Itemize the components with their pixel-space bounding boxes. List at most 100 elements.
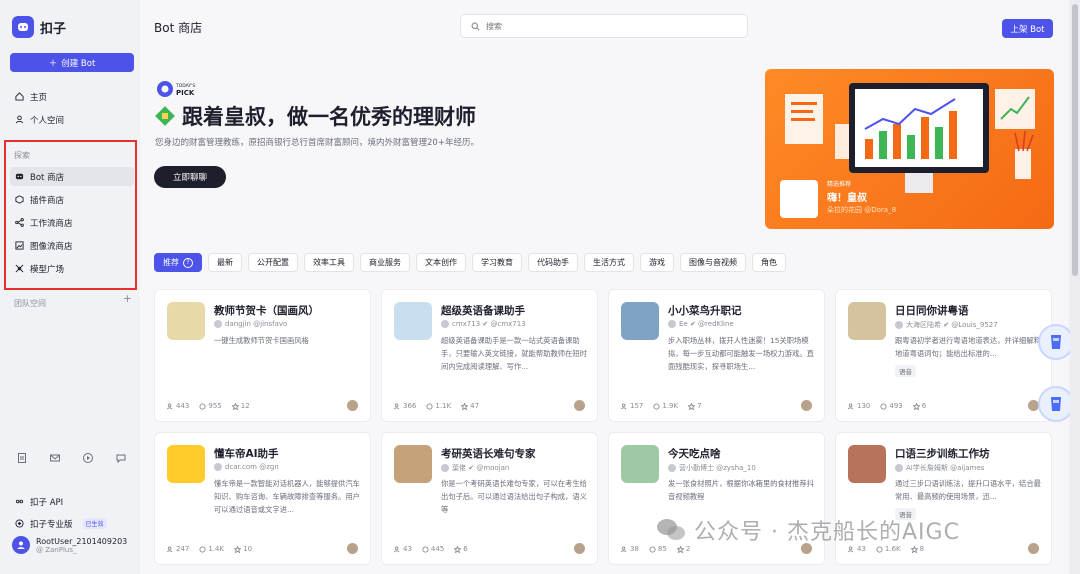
bot-stats: 43 445 6 [394, 545, 468, 553]
author-avatar [668, 464, 676, 472]
sidebar-item-label: 工作流商店 [30, 218, 73, 229]
star-icon [910, 545, 918, 553]
bot-avatar [394, 302, 432, 340]
tab-lifestyle[interactable]: 生活方式 [584, 253, 634, 272]
tab-writing[interactable]: 文本创作 [416, 253, 466, 272]
mail-icon[interactable] [49, 452, 61, 464]
chat-now-button[interactable]: 立即聊聊 [154, 166, 226, 188]
bot-card[interactable]: 懂车帝AI助手 dcar.com @zgn 懂车帝是一款智能对话机器人，能够提供… [154, 432, 371, 565]
chats-stat: 85 [649, 545, 667, 553]
tab-education[interactable]: 学习教育 [472, 253, 522, 272]
bot-author: Ee ✔ @redKline [668, 320, 734, 328]
add-team-button[interactable]: + [123, 292, 132, 305]
tab-games[interactable]: 游戏 [640, 253, 674, 272]
sidebar-item-image-flow-store[interactable]: 图像流商店 [10, 236, 134, 255]
tab-productivity[interactable]: 效率工具 [304, 253, 354, 272]
chat-icon [876, 545, 883, 553]
sidebar-item-personal[interactable]: 个人空间 [10, 110, 134, 129]
stars-stat: 2 [676, 545, 690, 553]
author-name: dcar.com @zgn [225, 463, 279, 471]
bot-title: 考研英语长难句专家 [441, 448, 536, 460]
chats-stat: 1.4K [199, 545, 224, 553]
bot-avatar [848, 445, 886, 483]
money-icon [155, 106, 175, 126]
search-input[interactable] [486, 21, 716, 31]
cup-icon [1051, 335, 1061, 349]
bot-stats: 247 1.4K 10 [167, 545, 252, 553]
bot-title: 超级英语备课助手 [441, 305, 525, 317]
sidebar-item-bot-store[interactable]: Bot 商店 [10, 167, 134, 186]
sidebar-item-home[interactable]: 主页 [10, 87, 134, 106]
sidebar-item-pro[interactable]: 扣子专业版 已生效 [10, 514, 134, 533]
bot-avatar [848, 302, 886, 340]
bot-title: 教师节贺卡（国画风） [214, 305, 319, 317]
float-assistant-button[interactable] [1038, 324, 1074, 360]
bot-avatar [394, 445, 432, 483]
bot-description: 一键生成教师节贺卡国画风格 [214, 336, 309, 345]
bot-card[interactable]: 日日同你讲粤语 大海区陆希 ✔ @Louis_9527 跟粤语初学者进行粤语地道… [835, 289, 1052, 422]
bot-description: 跟粤语初学者进行粤语地道表达，并详细解释地道粤语词句；能给出标准的... [895, 336, 1041, 358]
sidebar-item-model-square[interactable]: 模型广场 [10, 259, 134, 278]
document-icon[interactable] [16, 452, 28, 464]
bot-card[interactable]: 超级英语备课助手 cmx713 ✔ @cmx713 超级英语备课助手是一款一站式… [381, 289, 598, 422]
scrollbar-thumb[interactable] [1072, 4, 1078, 276]
author-avatar [441, 320, 449, 328]
tab-latest[interactable]: 最新 [208, 253, 242, 272]
bot-description: 你是一个考研英语长难句专家，可以在考生给出句子后。可以通过语法给出句子构成，语义… [441, 479, 587, 514]
bot-card[interactable]: 教师节贺卡（国画风） dangjin @jinsfavo 一键生成教师节贺卡国画… [154, 289, 371, 422]
creator-avatar[interactable] [574, 543, 585, 554]
bot-card[interactable]: 小小菜鸟升职记 Ee ✔ @redKline 步入职场丛林，拨开人性迷雾！15关… [608, 289, 825, 422]
users-stat: 43 [848, 545, 866, 553]
creator-avatar[interactable] [1028, 543, 1039, 554]
team-space-label: 团队空间 [14, 299, 46, 308]
author-avatar [668, 320, 676, 328]
tab-media[interactable]: 图像与音视频 [680, 253, 746, 272]
publish-bot-button[interactable]: 上架 Bot [1002, 19, 1053, 38]
bot-card[interactable]: 考研英语长难句专家 葉佬 ✔ @moojan 你是一个考研英语长难句专家，可以在… [381, 432, 598, 565]
creator-avatar[interactable] [801, 400, 812, 411]
sidebar-item-workflow-store[interactable]: 工作流商店 [10, 213, 134, 232]
bot-author: AI学长詹姆斯 @aijames [895, 463, 984, 473]
sidebar-item-plugin-store[interactable]: 插件商店 [10, 190, 134, 209]
bot-stats: 157 1.9K 7 [621, 402, 702, 410]
stars-stat: 47 [461, 402, 479, 410]
user-name: RootUser_2101409203 [36, 536, 128, 546]
creator-avatar[interactable] [574, 400, 585, 411]
main-content: Bot 商店 上架 Bot TODAY'S PICK 跟着皇叔，做一名优秀的理财… [140, 0, 1074, 574]
user-profile[interactable]: RootUser_2101409203 @ ZanPlus_ [12, 536, 127, 554]
sidebar-item-label: Bot 商店 [30, 172, 65, 183]
bot-avatar [167, 445, 205, 483]
tab-code[interactable]: 代码助手 [528, 253, 578, 272]
help-icon[interactable]: ? [183, 257, 193, 268]
tab-public-config[interactable]: 公开配置 [248, 253, 298, 272]
users-stat: 247 [167, 545, 189, 553]
star-icon [912, 402, 920, 410]
workflow-icon [15, 218, 24, 227]
chat-icon[interactable] [115, 452, 127, 464]
bot-description: 懂车帝是一款智能对话机器人，能够提供汽车知识、购车咨询、车辆故障排查等服务。用户… [214, 479, 360, 514]
users-icon [394, 402, 400, 409]
sidebar-item-api[interactable]: 扣子 API [10, 492, 134, 511]
chat-icon [199, 545, 206, 553]
tab-business[interactable]: 商业服务 [360, 253, 410, 272]
featured-banner[interactable]: 精选推荐 嗨！皇叔 朵拉的花园 @Dora_8 [765, 69, 1054, 229]
creator-avatar[interactable] [347, 543, 358, 554]
creator-avatar[interactable] [347, 400, 358, 411]
tab-recommended[interactable]: 推荐 ? [154, 253, 202, 272]
bot-stats: 443 955 12 [167, 402, 250, 410]
tab-roles[interactable]: 角色 [752, 253, 786, 272]
author-avatar [214, 463, 222, 471]
wechat-watermark: 公众号 · 杰克船长的AIGC [656, 514, 960, 546]
star-icon [234, 545, 242, 553]
play-icon[interactable] [82, 452, 94, 464]
bot-title: 小小菜鸟升职记 [668, 305, 742, 317]
bot-author: 葉佬 ✔ @moojan [441, 463, 509, 473]
stars-stat: 6 [454, 545, 468, 553]
stars-stat: 12 [231, 402, 250, 410]
page-title: Bot 商店 [154, 21, 203, 35]
author-avatar [895, 321, 903, 329]
search-box[interactable] [460, 14, 748, 38]
brand[interactable]: 扣子 [12, 16, 66, 38]
create-bot-button[interactable]: ＋ 创建 Bot [10, 53, 134, 72]
float-assistant-button-2[interactable] [1038, 386, 1074, 422]
